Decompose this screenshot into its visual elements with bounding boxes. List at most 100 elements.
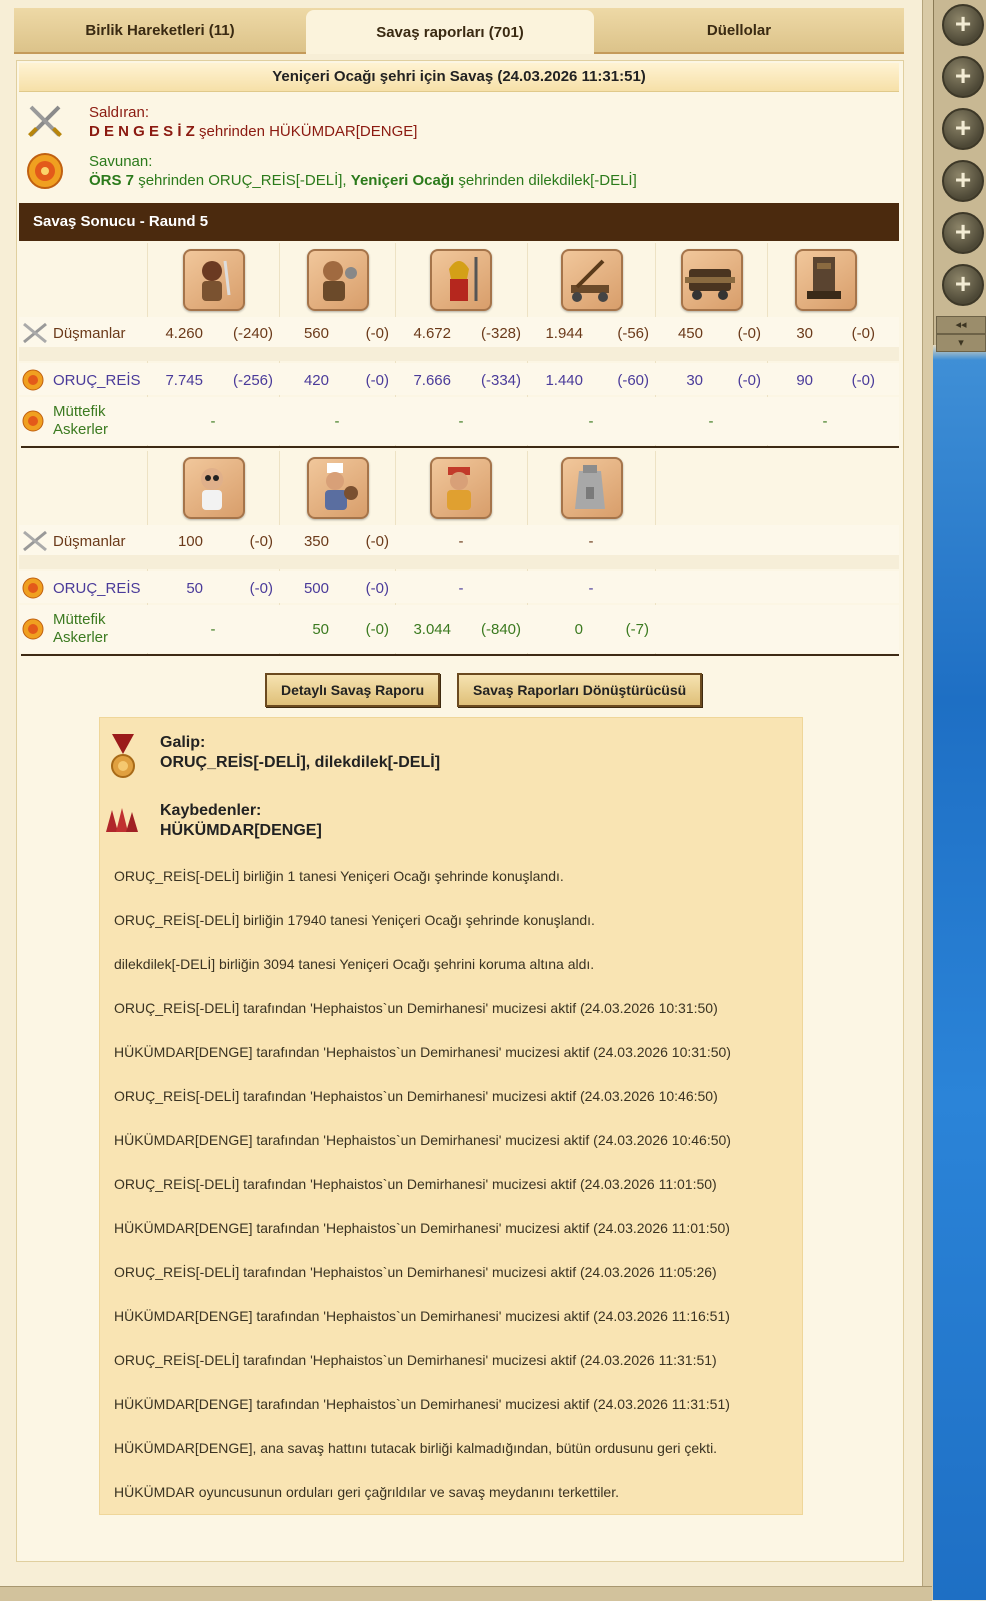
cell-value: - <box>210 621 216 638</box>
siege-tower-unit-icon[interactable] <box>795 249 857 311</box>
row-label-allies: Müttefik <box>53 611 106 628</box>
row-label-enemies: Düşmanlar <box>53 325 126 342</box>
defender-line: ÖRS 7 şehrinden ORUÇ_REİS[-DELİ], Yeniçe… <box>89 172 637 189</box>
cell-value: - <box>458 580 464 597</box>
merchant-unit-icon[interactable] <box>430 457 492 519</box>
detailed-report-button[interactable]: Detaylı Savaş Raporu <box>265 673 441 707</box>
battering-ram-unit-icon[interactable] <box>681 249 743 311</box>
cell-value: 0 <box>574 621 583 638</box>
cook-unit-icon[interactable] <box>307 457 369 519</box>
report-tabs: Birlik Hareketleri (11) Savaş raporları … <box>14 8 904 54</box>
attacker-city-link[interactable]: D E N G E S İ Z <box>89 123 195 140</box>
cell-value: - <box>588 580 594 597</box>
attacker-line: D E N G E S İ Z şehrinden HÜKÜMDAR[DENGE… <box>89 123 417 140</box>
battle-summary: Galip: ORUÇ_REİS[-DELİ], dilekdilek[-DEL… <box>99 717 803 1515</box>
hoplite-unit-icon[interactable] <box>183 249 245 311</box>
defender-player2-link[interactable]: şehrinden dilekdilek[-DELİ] <box>458 172 636 189</box>
cell-loss: (-0) <box>249 580 273 597</box>
cell-value: 3.044 <box>413 621 451 638</box>
cell-loss: (-0) <box>365 372 389 389</box>
cell-loss: (-0) <box>249 533 273 550</box>
crossed-swords-icon <box>23 322 47 344</box>
row-label-allies-2: Askerler <box>53 629 109 646</box>
medal-icon <box>111 734 135 778</box>
spartan-unit-icon[interactable] <box>430 249 492 311</box>
cell-value: - <box>822 413 828 430</box>
log-line: HÜKÜMDAR[DENGE], ana savaş hattını tutac… <box>114 1440 718 1456</box>
sidebar-plus-icon-5[interactable]: + <box>942 212 984 254</box>
cell-value: 30 <box>796 325 813 342</box>
cell-loss: (-56) <box>617 325 649 342</box>
cell-loss: (-328) <box>480 325 521 342</box>
row-spacer <box>19 555 899 569</box>
slinger-unit-icon[interactable] <box>307 249 369 311</box>
log-line: HÜKÜMDAR[DENGE] tarafından 'Hephaistos`u… <box>114 1396 730 1412</box>
cell-loss: (-0) <box>851 372 875 389</box>
cell-loss: (-334) <box>480 372 521 389</box>
window-bottom-bar <box>0 1586 932 1601</box>
defender-player1-link[interactable]: şehrinden ORUÇ_REİS[-DELİ], <box>138 172 346 189</box>
attacker-player-link[interactable]: şehrinden HÜKÜMDAR[DENGE] <box>199 123 417 140</box>
cell-loss: (-0) <box>365 533 389 550</box>
row-label-player[interactable]: ORUÇ_REİS <box>53 372 141 389</box>
row-label-allies-2: Askerler <box>53 421 109 438</box>
log-line: ORUÇ_REİS[-DELİ] tarafından 'Hephaistos`… <box>114 1000 718 1016</box>
cell-loss: (-0) <box>737 325 761 342</box>
cell-value: - <box>708 413 714 430</box>
tab-battle-reports[interactable]: Savaş raporları (701) <box>306 10 594 54</box>
catapult-unit-icon[interactable] <box>561 249 623 311</box>
cell-value: 100 <box>177 533 203 550</box>
defender-shield-icon <box>22 410 44 432</box>
cell-value: - <box>334 413 340 430</box>
sidebar-plus-icon-2[interactable]: + <box>942 56 984 98</box>
defender-city1-link[interactable]: ÖRS 7 <box>89 172 134 189</box>
window-frame-right <box>922 0 933 1600</box>
row-spacer <box>19 347 899 361</box>
log-line: ORUÇ_REİS[-DELİ] tarafından 'Hephaistos`… <box>114 1352 717 1368</box>
sidebar-collapse-icon[interactable]: ◂◂ <box>936 316 986 334</box>
table-divider <box>21 654 899 656</box>
attacker-label: Saldıran: <box>89 104 150 121</box>
log-line: HÜKÜMDAR oyuncusunun orduları geri çağrı… <box>114 1484 619 1500</box>
cell-value: - <box>210 413 216 430</box>
crossed-swords-icon <box>28 105 62 137</box>
right-sidebar: + + + + + + ◂◂ ▾ <box>932 0 986 352</box>
cell-value: - <box>588 533 594 550</box>
tab-duels[interactable]: Düellolar <box>594 8 884 52</box>
log-line: ORUÇ_REİS[-DELİ] birliğin 17940 tanesi Y… <box>114 912 595 928</box>
defender-shield-icon <box>22 577 44 599</box>
cell-value: - <box>458 413 464 430</box>
cell-value: 30 <box>686 372 703 389</box>
defender-label: Savunan: <box>89 153 153 170</box>
loser-names[interactable]: HÜKÜMDAR[DENGE] <box>160 822 322 840</box>
cell-value: 90 <box>796 372 813 389</box>
cell-loss: (-256) <box>232 372 273 389</box>
loser-label: Kaybedenler: <box>160 802 262 819</box>
battle-result-header: Savaş Sonucu - Raund 5 <box>19 203 899 241</box>
sidebar-plus-icon-3[interactable]: + <box>942 108 984 150</box>
cell-loss: (-0) <box>851 325 875 342</box>
tab-unit-movements[interactable]: Birlik Hareketleri (11) <box>14 8 306 52</box>
sidebar-plus-icon-1[interactable]: + <box>942 4 984 46</box>
cell-value: 4.260 <box>165 325 203 342</box>
sidebar-expand-icon[interactable]: ▾ <box>936 334 986 352</box>
log-line: ORUÇ_REİS[-DELİ] birliğin 1 tanesi Yeniç… <box>114 868 564 884</box>
cell-value: 350 <box>303 533 329 550</box>
sidebar-plus-icon-4[interactable]: + <box>942 160 984 202</box>
cell-loss: (-0) <box>365 325 389 342</box>
doctor-unit-icon[interactable] <box>183 457 245 519</box>
log-line: HÜKÜMDAR[DENGE] tarafından 'Hephaistos`u… <box>114 1132 731 1148</box>
log-line: ORUÇ_REİS[-DELİ] tarafından 'Hephaistos`… <box>114 1088 718 1104</box>
table-divider <box>21 446 899 448</box>
row-label-player[interactable]: ORUÇ_REİS <box>53 580 141 597</box>
defender-shield-icon <box>27 153 63 189</box>
defender-city2-link[interactable]: Yeniçeri Ocağı <box>351 172 454 189</box>
cell-value: 50 <box>186 580 203 597</box>
winner-names[interactable]: ORUÇ_REİS[-DELİ], dilekdilek[-DELİ] <box>160 754 440 772</box>
cell-loss: (-240) <box>232 325 273 342</box>
report-converter-button[interactable]: Savaş Raporları Dönüştürücüsü <box>457 673 703 707</box>
wall-unit-icon[interactable] <box>561 457 623 519</box>
sidebar-plus-icon-6[interactable]: + <box>942 264 984 306</box>
cell-value: 450 <box>677 325 703 342</box>
log-line: HÜKÜMDAR[DENGE] tarafından 'Hephaistos`u… <box>114 1308 730 1324</box>
